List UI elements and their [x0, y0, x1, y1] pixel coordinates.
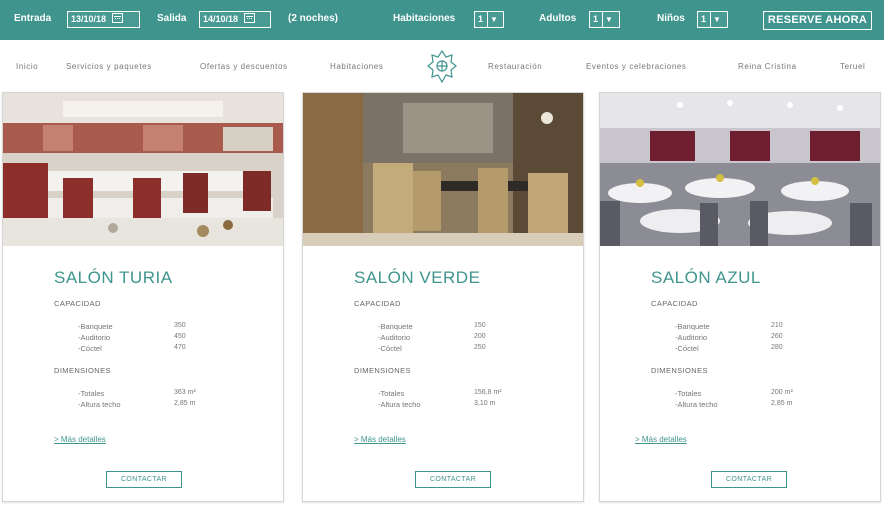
capacity-row-label: -Auditorio	[378, 333, 411, 342]
capacity-label: CAPACIDAD	[54, 299, 101, 308]
capacity-row-value: 470	[174, 344, 186, 351]
capacity-row-value: 250	[474, 344, 486, 351]
dimensions-row-value: 3,10 m	[474, 400, 496, 407]
dimensions-label: DIMENSIONES	[651, 366, 708, 375]
capacity-row-label: -Banquete	[675, 322, 710, 331]
salon-title: SALÓN VERDE	[354, 268, 481, 287]
adultos-value: 1	[593, 14, 599, 24]
dimensions-row-value: 2,85 m	[174, 400, 196, 407]
salida-date-value: 14/10/18	[203, 14, 239, 24]
capacity-row-value: 260	[771, 333, 783, 340]
salon-turia-photo	[3, 93, 283, 246]
nav-item-teruel[interactable]: Teruel	[840, 62, 865, 71]
calendar-icon	[111, 13, 123, 23]
capacity-row-value: 210	[771, 322, 783, 329]
booking-bar: Entrada 13/10/18 Salida 14/10/18 (2 noch…	[0, 0, 884, 40]
capacity-row-label: -Cóctel	[675, 344, 699, 353]
capacity-row-label: -Banquete	[378, 322, 413, 331]
nav-item-ofertas[interactable]: Ofertas y descuentos	[200, 62, 288, 71]
dimensions-row-label: -Totales	[675, 389, 702, 398]
nav-item-reina-cristina[interactable]: Reina Cristina	[738, 62, 797, 71]
chevron-down-icon: ▼	[710, 12, 721, 27]
salon-card-verde: SALÓN VERDE CAPACIDAD -Banquete 150 -Aud…	[302, 92, 584, 502]
chevron-down-icon: ▼	[487, 12, 498, 27]
dimensions-row-value: 2,85 m	[771, 400, 793, 407]
salon-card-turia: SALÓN TURIA CAPACIDAD -Banquete 350 -Aud…	[2, 92, 284, 502]
dimensions-row-label: -Altura techo	[78, 400, 121, 409]
salida-date-field[interactable]: 14/10/18	[199, 11, 271, 28]
dimensions-row-label: -Altura techo	[378, 400, 421, 409]
salon-azul-photo	[600, 93, 880, 246]
nav-item-habitaciones[interactable]: Habitaciones	[330, 62, 383, 71]
habitaciones-value: 1	[478, 14, 484, 24]
nav-item-restauracion[interactable]: Restauración	[488, 62, 542, 71]
more-details-link[interactable]: > Más detalles	[354, 435, 406, 444]
dimensions-label: DIMENSIONES	[354, 366, 411, 375]
adultos-select[interactable]: 1 ▼	[589, 11, 620, 28]
entrada-label: Entrada	[14, 13, 52, 24]
dimensions-row-value: 363 m²	[174, 389, 196, 396]
contact-button[interactable]: CONTACTAR	[711, 471, 787, 488]
hotel-logo-icon[interactable]	[426, 49, 458, 85]
capacity-row-label: -Auditorio	[675, 333, 708, 342]
salon-card-azul: SALÓN AZUL CAPACIDAD -Banquete 210 -Audi…	[599, 92, 881, 502]
capacity-row-label: -Auditorio	[78, 333, 111, 342]
nav-item-eventos[interactable]: Eventos y celebraciones	[586, 62, 687, 71]
capacity-row-value: 150	[474, 322, 486, 329]
dimensions-label: DIMENSIONES	[54, 366, 111, 375]
nav-item-servicios[interactable]: Servicios y paquetes	[66, 62, 152, 71]
nights-count: (2 noches)	[288, 13, 339, 24]
capacity-label: CAPACIDAD	[651, 299, 698, 308]
capacity-row-label: -Banquete	[78, 322, 113, 331]
capacity-row-value: 350	[174, 322, 186, 329]
contact-button[interactable]: CONTACTAR	[415, 471, 491, 488]
calendar-icon	[243, 13, 255, 23]
habitaciones-label: Habitaciones	[393, 13, 456, 24]
capacity-row-label: -Cóctel	[378, 344, 402, 353]
capacity-row-value: 280	[771, 344, 783, 351]
chevron-down-icon: ▼	[602, 12, 613, 27]
ninos-select[interactable]: 1 ▼	[697, 11, 728, 28]
ninos-value: 1	[701, 14, 707, 24]
ninos-label: Niños	[657, 13, 685, 24]
capacity-row-label: -Cóctel	[78, 344, 102, 353]
dimensions-row-label: -Totales	[78, 389, 105, 398]
more-details-link[interactable]: > Más detalles	[54, 435, 106, 444]
salon-title: SALÓN AZUL	[651, 268, 761, 287]
contact-button[interactable]: CONTACTAR	[106, 471, 182, 488]
capacity-label: CAPACIDAD	[354, 299, 401, 308]
salon-title: SALÓN TURIA	[54, 268, 173, 287]
salida-label: Salida	[157, 13, 187, 24]
dimensions-row-label: -Totales	[378, 389, 405, 398]
entrada-date-field[interactable]: 13/10/18	[67, 11, 140, 28]
more-details-link[interactable]: > Más detalles	[635, 435, 687, 444]
nav-item-inicio[interactable]: Inicio	[16, 62, 38, 71]
salon-verde-photo	[303, 93, 583, 246]
reserve-now-button[interactable]: RESERVE AHORA	[763, 11, 872, 30]
dimensions-row-label: -Altura techo	[675, 400, 718, 409]
capacity-row-value: 450	[174, 333, 186, 340]
capacity-row-value: 200	[474, 333, 486, 340]
adultos-label: Adultos	[539, 13, 577, 24]
habitaciones-select[interactable]: 1 ▼	[474, 11, 504, 28]
dimensions-row-value: 200 m²	[771, 389, 793, 396]
entrada-date-value: 13/10/18	[71, 14, 107, 24]
dimensions-row-value: 156,8 m²	[474, 389, 502, 396]
